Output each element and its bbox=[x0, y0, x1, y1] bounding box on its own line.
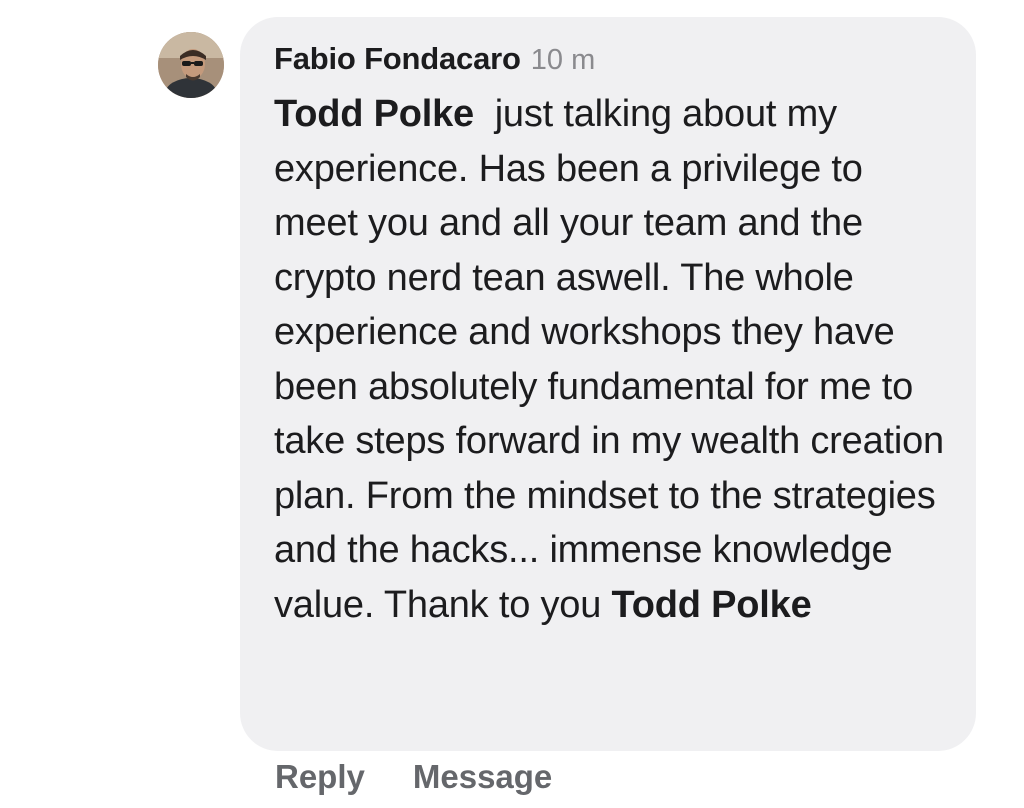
comment-message: just talking about my experience. Has be… bbox=[274, 93, 944, 626]
comment-text: Todd Polke just talking about my experie… bbox=[274, 87, 946, 632]
comment-timestamp[interactable]: 10 m bbox=[531, 44, 595, 77]
message-button[interactable]: Message bbox=[413, 758, 552, 796]
comment-actions: Reply Message bbox=[275, 758, 552, 796]
avatar[interactable] bbox=[158, 32, 224, 98]
mention-link-end[interactable]: Todd Polke bbox=[612, 584, 812, 626]
comment-bubble: Fabio Fondacaro 10 m Todd Polke just tal… bbox=[240, 17, 976, 751]
comment-header: Fabio Fondacaro 10 m bbox=[274, 41, 946, 79]
profile-photo-icon bbox=[158, 32, 224, 98]
comment-author[interactable]: Fabio Fondacaro bbox=[274, 41, 521, 77]
comment-thread: Fabio Fondacaro 10 m Todd Polke just tal… bbox=[0, 0, 1024, 808]
mention-link[interactable]: Todd Polke bbox=[274, 93, 474, 135]
reply-button[interactable]: Reply bbox=[275, 758, 365, 796]
